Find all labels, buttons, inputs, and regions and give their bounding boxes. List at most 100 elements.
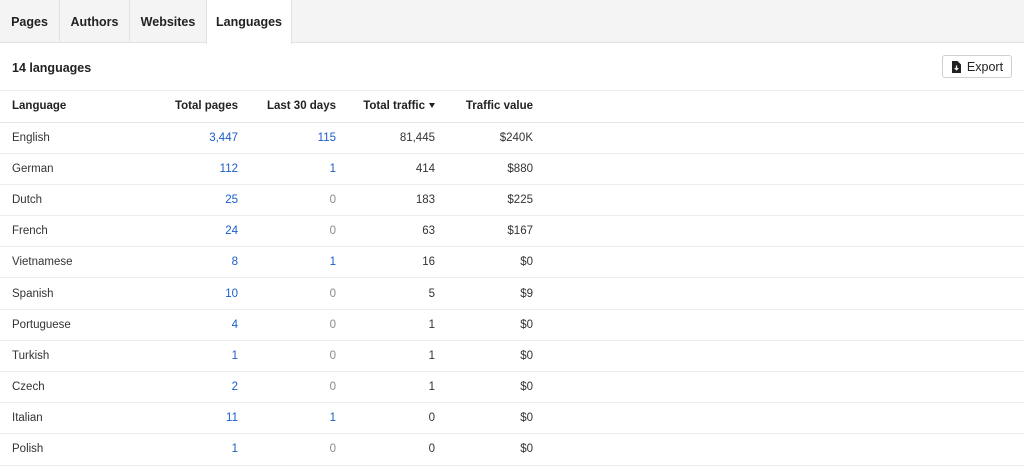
- table-header-bar: 14 languages Export: [0, 43, 1024, 91]
- cell-total-pages: 8: [142, 246, 238, 279]
- cell-traffic-value: $0: [435, 309, 533, 341]
- cell-language: Czech: [0, 371, 142, 404]
- cell-total-pages: 11: [142, 402, 238, 435]
- cell-traffic-value: $9: [435, 277, 533, 310]
- cell-spacer: [533, 433, 1024, 466]
- cell-traffic-value: $0: [435, 433, 533, 466]
- total-pages-link[interactable]: 1: [232, 350, 238, 362]
- total-pages-link[interactable]: 25: [225, 194, 238, 206]
- table-row: Dutch 25 0 183 $225: [0, 184, 1024, 217]
- total-pages-link[interactable]: 24: [225, 225, 238, 237]
- cell-spacer: [533, 184, 1024, 217]
- total-pages-link[interactable]: 4: [232, 319, 238, 331]
- sort-desc-icon: [429, 103, 435, 109]
- cell-language: French: [0, 215, 142, 248]
- last-30-days-link[interactable]: 1: [330, 256, 336, 268]
- table-row: Portuguese 4 0 1 $0: [0, 309, 1024, 341]
- total-pages-link[interactable]: 1: [232, 443, 238, 455]
- cell-spacer: [533, 122, 1024, 154]
- cell-total-traffic: 414: [336, 153, 435, 185]
- cell-last-30-days: 115: [238, 122, 336, 154]
- cell-last-30-days: 0: [238, 277, 336, 310]
- table-row: Spanish 10 0 5 $9: [0, 277, 1024, 310]
- cell-language: Portuguese: [0, 309, 142, 341]
- cell-total-pages: 2: [142, 371, 238, 404]
- last-30-days-link[interactable]: 1: [330, 163, 336, 175]
- last-30-days-value: 0: [329, 381, 336, 394]
- last-30-days-link[interactable]: 115: [318, 132, 336, 144]
- cell-total-pages: 24: [142, 215, 238, 248]
- cell-spacer: [533, 153, 1024, 185]
- col-total-pages[interactable]: Total pages: [142, 91, 238, 123]
- last-30-days-link[interactable]: 1: [330, 412, 336, 424]
- cell-language: Dutch: [0, 184, 142, 217]
- cell-language: English: [0, 122, 142, 154]
- table-row: French 24 0 63 $167: [0, 215, 1024, 248]
- cell-spacer: [533, 246, 1024, 279]
- cell-total-traffic: 0: [336, 433, 435, 466]
- cell-total-traffic: 1: [336, 371, 435, 404]
- cell-total-traffic: 63: [336, 215, 435, 248]
- cell-last-30-days: 0: [238, 215, 336, 248]
- tab-authors[interactable]: Authors: [60, 0, 130, 43]
- cell-last-30-days: 0: [238, 309, 336, 341]
- col-traffic-value[interactable]: Traffic value: [435, 91, 533, 123]
- cell-traffic-value: $0: [435, 402, 533, 435]
- languages-count: 14 languages: [12, 61, 92, 75]
- cell-total-pages: 112: [142, 153, 238, 185]
- cell-spacer: [533, 340, 1024, 373]
- cell-total-pages: 25: [142, 184, 238, 217]
- col-total-traffic[interactable]: Total traffic: [336, 91, 435, 123]
- total-pages-link[interactable]: 112: [220, 163, 238, 175]
- last-30-days-value: 0: [329, 225, 336, 238]
- cell-spacer: [533, 309, 1024, 341]
- cell-language: Polish: [0, 433, 142, 466]
- cell-total-traffic: 81,445: [336, 122, 435, 154]
- last-30-days-value: 0: [329, 287, 336, 300]
- total-pages-link[interactable]: 3,447: [209, 132, 238, 144]
- cell-spacer: [533, 215, 1024, 248]
- last-30-days-value: 0: [329, 443, 336, 456]
- table-row: German 112 1 414 $880: [0, 153, 1024, 185]
- col-language[interactable]: Language: [0, 91, 142, 123]
- col-last-30-days[interactable]: Last 30 days: [238, 91, 336, 123]
- table-row: Vietnamese 8 1 16 $0: [0, 246, 1024, 279]
- last-30-days-value: 0: [329, 193, 336, 206]
- cell-traffic-value: $0: [435, 340, 533, 373]
- cell-total-traffic: 183: [336, 184, 435, 217]
- languages-table: Language Total pages Last 30 days Total …: [0, 91, 1024, 466]
- export-button[interactable]: Export: [942, 55, 1012, 78]
- cell-traffic-value: $0: [435, 371, 533, 404]
- cell-total-pages: 10: [142, 277, 238, 310]
- cell-total-traffic: 5: [336, 277, 435, 310]
- tab-websites[interactable]: Websites: [130, 0, 207, 43]
- cell-total-traffic: 0: [336, 402, 435, 435]
- cell-language: Spanish: [0, 277, 142, 310]
- cell-spacer: [533, 371, 1024, 404]
- cell-traffic-value: $167: [435, 215, 533, 248]
- cell-total-traffic: 16: [336, 246, 435, 279]
- total-pages-link[interactable]: 10: [225, 288, 238, 300]
- cell-last-30-days: 1: [238, 153, 336, 185]
- file-download-icon: [951, 60, 961, 73]
- tab-languages[interactable]: Languages: [206, 0, 292, 44]
- cell-last-30-days: 1: [238, 402, 336, 435]
- export-label: Export: [966, 59, 1004, 74]
- cell-language: Turkish: [0, 340, 142, 373]
- total-pages-link[interactable]: 11: [226, 412, 238, 424]
- cell-language: Vietnamese: [0, 246, 142, 279]
- tab-bar: Pages Authors Websites Languages: [0, 0, 1024, 44]
- cell-total-traffic: 1: [336, 309, 435, 341]
- cell-last-30-days: 0: [238, 184, 336, 217]
- col-total-traffic-label: Total traffic: [363, 100, 425, 113]
- table-body: English 3,447 115 81,445 $240K German 112 1 414 $…: [0, 122, 1024, 466]
- table-row: Czech 2 0 1 $0: [0, 371, 1024, 404]
- total-pages-link[interactable]: 8: [232, 256, 238, 268]
- last-30-days-value: 0: [329, 349, 336, 362]
- cell-total-pages: 3,447: [142, 122, 238, 154]
- total-pages-link[interactable]: 2: [232, 381, 238, 393]
- cell-last-30-days: 0: [238, 433, 336, 466]
- cell-traffic-value: $880: [435, 153, 533, 185]
- cell-last-30-days: 1: [238, 246, 336, 279]
- tab-pages[interactable]: Pages: [0, 0, 60, 43]
